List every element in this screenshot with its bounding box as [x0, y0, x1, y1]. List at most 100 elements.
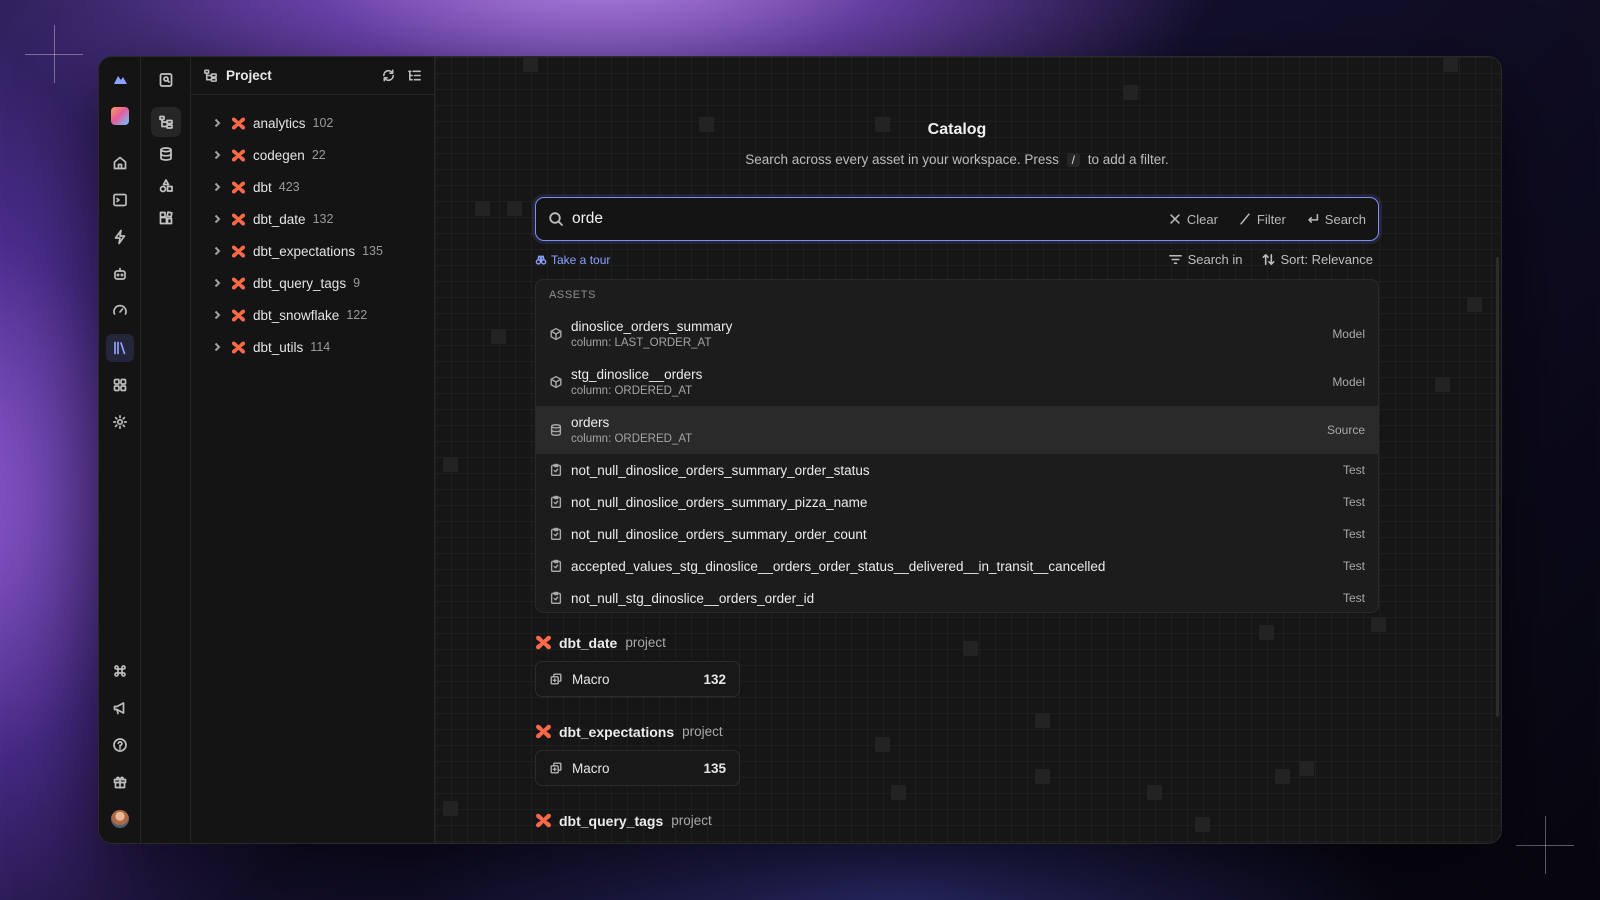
take-a-tour-link[interactable]: Take a tour [535, 253, 610, 267]
dbt-logo-icon [536, 635, 551, 650]
tree-item-codegen[interactable]: codegen 22 [191, 139, 434, 171]
home-icon[interactable] [106, 149, 134, 177]
chevron-right-icon[interactable] [211, 149, 223, 161]
bolt-icon[interactable] [106, 223, 134, 251]
cloud-logo-icon[interactable] [106, 65, 134, 93]
help-icon[interactable] [106, 731, 134, 759]
tree-item-dbt_date[interactable]: dbt_date 132 [191, 203, 434, 235]
gear-icon[interactable] [106, 408, 134, 436]
result-column: column: ORDERED_AT [571, 385, 693, 397]
result-type: Test [1342, 591, 1365, 605]
app-window: Project analytics 102 codegen 22 dbt 423 dbt_d… [98, 56, 1502, 844]
result-row[interactable]: orders column: ORDERED_AT Source [536, 406, 1378, 454]
refresh-icon[interactable] [381, 68, 396, 83]
chevron-right-icon[interactable] [211, 181, 223, 193]
gift-icon[interactable] [106, 768, 134, 796]
enter-icon [1308, 213, 1318, 223]
blocks-icon[interactable] [151, 203, 181, 233]
binoculars-icon [535, 255, 547, 265]
user-avatar[interactable] [106, 805, 134, 833]
search-in-button[interactable]: Search in [1168, 252, 1243, 267]
chevron-right-icon[interactable] [211, 245, 223, 257]
result-row[interactable]: stg_dinoslice__orders column: ORDERED_AT M… [536, 358, 1378, 406]
result-type: Model [1332, 375, 1365, 389]
dbt-logo-icon [231, 245, 246, 257]
tree-item-count: 122 [346, 308, 368, 322]
tree-item-count: 132 [312, 212, 334, 226]
result-name: orders [571, 415, 610, 430]
clear-button[interactable]: Clear [1168, 212, 1218, 227]
result-name: accepted_values_stg_dinoslice__orders_or… [571, 558, 1106, 574]
result-row[interactable]: not_null_dinoslice_orders_summary_pizza_… [536, 486, 1378, 518]
result-row[interactable]: not_null_stg_dinoslice__orders_order_id T… [536, 582, 1378, 612]
catalog-main: Catalog Search across every asset in you… [435, 57, 1501, 843]
result-type: Test [1342, 463, 1365, 477]
search-submit-button[interactable]: Search [1306, 212, 1366, 227]
clipboard-icon [549, 463, 563, 477]
decorative-crosshair [25, 25, 83, 83]
tree-item-count: 135 [362, 244, 383, 258]
grid-icon[interactable] [106, 371, 134, 399]
macro-count-card[interactable]: Macro 132 [535, 661, 740, 697]
result-row[interactable]: not_null_dinoslice_orders_summary_order_… [536, 518, 1378, 550]
tree-item-label: dbt_utils [253, 339, 304, 355]
database-icon [549, 423, 563, 437]
project-tag: project [671, 813, 712, 828]
tree-item-dbt_query_tags[interactable]: dbt_query_tags 9 [191, 267, 434, 299]
search-in-label: Search in [1187, 252, 1243, 267]
chevron-right-icon[interactable] [211, 117, 223, 129]
tree-item-count: 9 [353, 276, 361, 290]
project-tree-header: Project [191, 57, 434, 95]
shapes-icon[interactable] [151, 171, 181, 201]
chevron-right-icon[interactable] [211, 309, 223, 321]
list-options-icon[interactable] [407, 68, 422, 83]
project-heading-dbt_date[interactable]: dbt_date project [535, 634, 666, 651]
chevron-right-icon[interactable] [211, 277, 223, 289]
take-a-tour-label: Take a tour [551, 253, 611, 267]
tree-item-dbt_utils[interactable]: dbt_utils 114 [191, 331, 434, 363]
result-row[interactable]: not_null_dinoslice_orders_summary_order_… [536, 454, 1378, 486]
tree-item-analytics[interactable]: analytics 102 [191, 107, 434, 139]
card-label: Macro [572, 760, 610, 776]
command-icon[interactable] [106, 657, 134, 685]
workspace-avatar[interactable] [106, 102, 134, 130]
dbt-logo-icon [231, 341, 246, 353]
macro-icon [549, 761, 563, 775]
library-icon[interactable] [105, 334, 134, 362]
tree-item-dbt_snowflake[interactable]: dbt_snowflake 122 [191, 299, 434, 331]
result-text: stg_dinoslice__orders column: ORDERED_AT [571, 367, 1332, 397]
search-input[interactable]: orde [572, 210, 1148, 228]
project-tree-title: Project [226, 68, 272, 83]
robot-icon[interactable] [106, 260, 134, 288]
tree-item-label: dbt_snowflake [253, 307, 340, 323]
search-panel-icon[interactable] [151, 65, 181, 95]
filter-lines-icon [1168, 254, 1182, 265]
clear-label: Clear [1186, 211, 1218, 227]
megaphone-icon[interactable] [106, 694, 134, 722]
project-heading-dbt_expectations[interactable]: dbt_expectations project [535, 723, 723, 740]
chevron-right-icon[interactable] [211, 341, 223, 353]
tree-item-dbt[interactable]: dbt 423 [191, 171, 434, 203]
scrollbar[interactable] [1496, 257, 1499, 717]
tree-item-dbt_expectations[interactable]: dbt_expectations 135 [191, 235, 434, 267]
catalog-search-box[interactable]: orde Clear Filter Search [535, 197, 1379, 241]
filter-shortcut-key: / [1066, 153, 1080, 167]
result-row[interactable]: accepted_values_stg_dinoslice__orders_or… [536, 550, 1378, 582]
macro-count-card[interactable]: Macro 135 [535, 750, 740, 786]
search-icon [548, 211, 564, 227]
terminal-icon[interactable] [106, 186, 134, 214]
gauge-icon[interactable] [106, 297, 134, 325]
catalog-subtitle: Search across every asset in your worksp… [535, 152, 1379, 167]
cube-icon [549, 375, 563, 389]
filter-button[interactable]: Filter [1238, 212, 1286, 227]
chevron-right-icon[interactable] [211, 213, 223, 225]
dbt-logo-icon [231, 117, 246, 129]
result-row[interactable]: dinoslice_orders_summary column: LAST_ORD… [536, 310, 1378, 358]
project-heading-dbt_query_tags[interactable]: dbt_query_tags project [535, 812, 712, 829]
result-type: Source [1326, 423, 1365, 437]
database-icon[interactable] [151, 139, 181, 169]
sort-button[interactable]: Sort: Relevance [1261, 252, 1373, 267]
result-text: not_null_dinoslice_orders_summary_order_… [571, 527, 1343, 542]
tree-icon[interactable] [150, 107, 181, 137]
macro-icon [549, 672, 563, 686]
